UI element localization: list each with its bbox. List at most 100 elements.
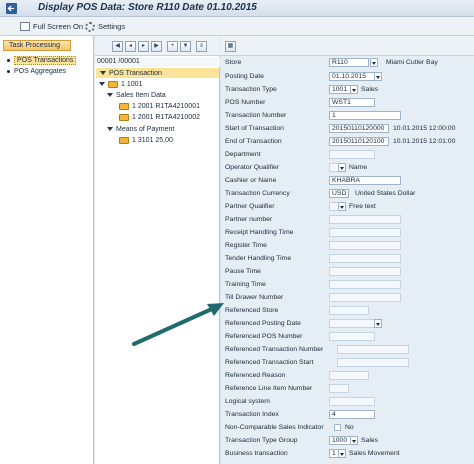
tree-node-item-2[interactable]: 1 2001 R1TA4210002 [119,112,200,122]
transaction-type-group-dropdown-icon[interactable] [350,436,358,445]
back-arrow-icon[interactable] [6,3,17,14]
reference-line-item-number-field[interactable] [329,384,349,393]
referenced-posting-date-field[interactable] [329,319,375,328]
field-row-referenced-reason: Referenced Reason [225,371,473,381]
operator-qualifier-dropdown-icon[interactable] [338,163,346,172]
posting-date-field[interactable]: 01.10.2015 [329,72,375,81]
field-label: Partner number [225,216,273,223]
referenced-transaction-number-field[interactable] [337,345,409,354]
expand-triangle-icon[interactable] [107,93,113,97]
posting-date-picker-icon[interactable] [374,72,382,81]
field-label: Business transaction [225,450,288,457]
field-row-logical-system: Logical system [225,397,473,407]
tree-node-means-of-payment[interactable]: Means of Payment [107,124,174,134]
business-transaction-dropdown-icon[interactable] [338,449,346,458]
referenced-transaction-start-field[interactable] [337,358,409,367]
field-label: Referenced Reason [225,372,286,379]
field-label: Transaction Type [225,86,277,93]
filter-icon[interactable]: ▼ [180,41,191,52]
tree-node-label: Sales Item Data [116,91,166,99]
end-of-transaction-field[interactable]: 20150110120100 [329,137,389,146]
field-label: Referenced Posting Date [225,320,301,327]
store-field[interactable]: R110 [329,58,369,67]
tree-node-label: 1 2001 R1TA4210001 [132,102,200,110]
till-drawer-number-field[interactable] [329,293,401,302]
referenced-reason-field[interactable] [329,371,369,380]
transaction-type-field[interactable]: 1001 [329,85,351,94]
nav-item-pos-transactions[interactable]: POS Transactions [7,56,77,65]
field-label: Pause Time [225,268,261,275]
transaction-number-field[interactable]: 1 [329,111,401,120]
pos-number-field[interactable]: WST1 [329,98,375,107]
gear-icon [85,21,95,32]
expand-icon[interactable]: + [167,41,178,52]
tree-node-label: POS Transaction [109,69,162,77]
task-processing-button[interactable]: Task Processing [3,40,71,51]
title-bar: Display POS Data: Store R110 Date 01.10.… [0,0,474,17]
field-label: Transaction Number [225,112,287,119]
training-time-field[interactable] [329,280,401,289]
start-of-transaction-field[interactable]: 20150110120000 [329,124,389,133]
referenced-posting-date-picker-icon[interactable] [374,319,382,328]
field-label: POS Number [225,99,266,106]
folder-icon [119,113,129,121]
tree-node-item-1[interactable]: 1 2001 R1TA4210001 [119,101,200,111]
field-row-business-transaction: Business transaction 1 Sales Movement [225,449,473,459]
last-page-icon[interactable]: ▶ [151,41,162,52]
field-label: Posting Date [225,73,264,80]
end-of-transaction-description: 10.01.2015 12:01:00 [393,138,456,145]
field-label: Cashier or Name [225,177,277,184]
field-row-transaction-type-group: Transaction Type Group 1000 Sales [225,436,473,446]
field-row-operator-qualifier: Operator Qualifier Name [225,163,473,173]
pause-time-field[interactable] [329,267,401,276]
tree-node-1001[interactable]: 1 1001 [99,79,142,89]
partner-qualifier-dropdown-icon[interactable] [338,202,346,211]
field-row-posting-date: Posting Date 01.10.2015 [225,72,473,82]
tender-handling-time-field[interactable] [329,254,401,263]
field-label: Receipt Handling Time [225,229,294,236]
tree-node-payment-1[interactable]: 1 3101 25,00 [119,135,173,145]
detail-panel: ▦ Store R110 Miami Cutler Bay Posting Da… [221,36,474,464]
full-screen-icon [20,22,30,31]
folder-icon [119,102,129,110]
field-label: End of Transaction [225,138,282,145]
transaction-type-dropdown-icon[interactable] [350,85,358,94]
logical-system-field[interactable] [329,397,375,406]
tree-node-pos-transaction[interactable]: POS Transaction [96,68,219,78]
expand-triangle-icon[interactable] [100,71,106,75]
field-row-referenced-posting-date: Referenced Posting Date [225,319,473,329]
referenced-pos-number-field[interactable] [329,332,375,341]
full-screen-button[interactable]: Full Screen On [20,20,83,33]
grid-icon[interactable]: ▦ [225,41,236,52]
transaction-type-group-description: Sales [361,437,379,444]
receipt-handling-time-field[interactable] [329,228,401,237]
referenced-store-field[interactable] [329,306,369,315]
field-row-pause-time: Pause Time [225,267,473,277]
expand-triangle-icon[interactable] [99,82,105,86]
tree-node-sales-item-data[interactable]: Sales Item Data [107,90,166,100]
transaction-index-field[interactable]: 4 [329,410,375,419]
cashier-field[interactable]: KHABRA [329,176,401,185]
department-field[interactable] [329,150,375,159]
detail-icon[interactable]: ≡ [196,41,207,52]
nav-item-pos-aggregates[interactable]: POS Aggregates [7,68,66,75]
transaction-currency-field[interactable]: USD [329,189,349,198]
non-comparable-sales-checkbox[interactable] [334,424,341,431]
field-label: Transaction Type Group [225,437,298,444]
next-page-icon[interactable]: ▸ [138,41,149,52]
partner-number-field[interactable] [329,215,401,224]
field-label: Operator Qualifier [225,164,280,171]
field-row-referenced-transaction-start: Referenced Transaction Start [225,358,473,368]
previous-page-icon[interactable]: ◂ [125,41,136,52]
register-time-field[interactable] [329,241,401,250]
transaction-type-group-field[interactable]: 1000 [329,436,351,445]
field-label: Register Time [225,242,267,249]
expand-triangle-icon[interactable] [107,127,113,131]
window-title: Display POS Data: Store R110 Date 01.10.… [38,2,257,13]
folder-icon [108,80,118,88]
first-page-icon[interactable]: ◀ [112,41,123,52]
store-dropdown-icon[interactable] [370,58,378,67]
tree-node-label: Means of Payment [116,125,175,133]
settings-button[interactable]: Settings [85,20,125,33]
field-row-partner-number: Partner number [225,215,473,225]
